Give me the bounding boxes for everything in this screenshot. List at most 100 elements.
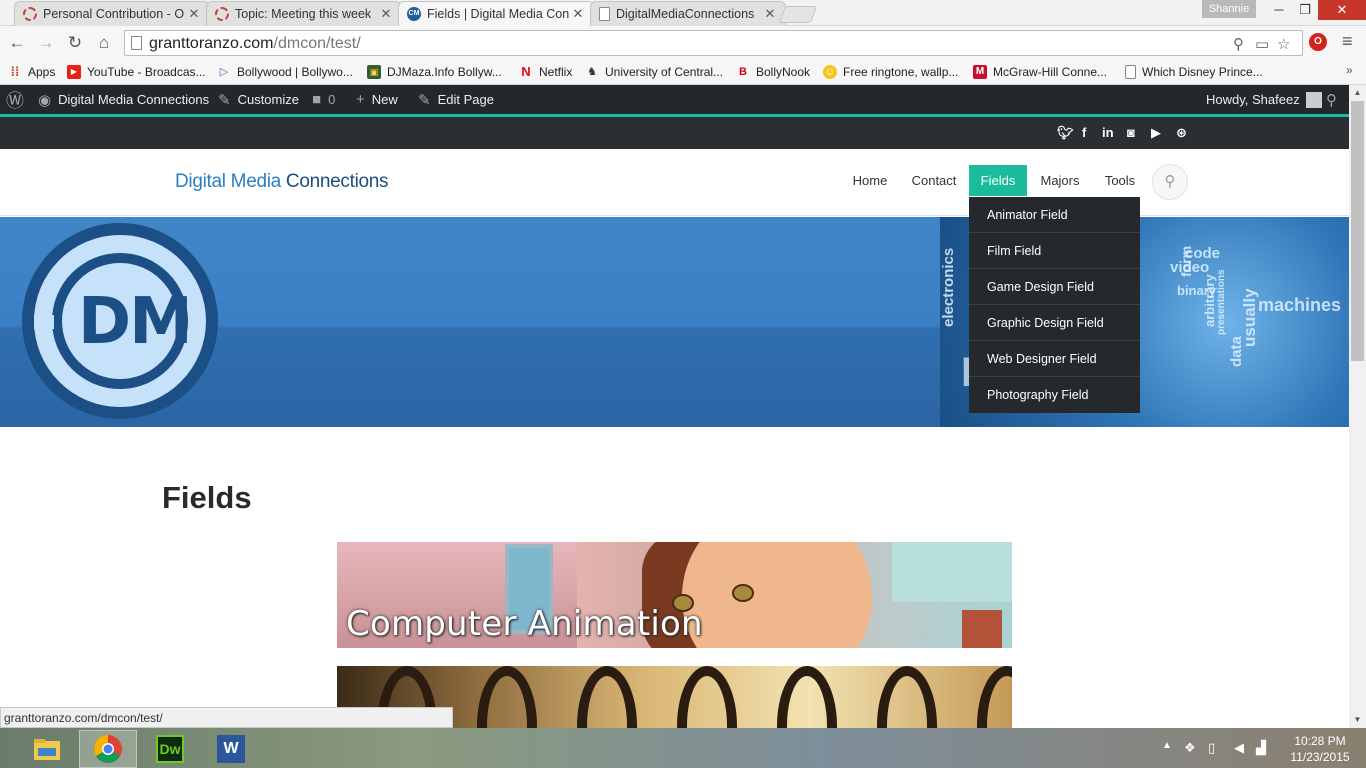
dropdown-item-photography[interactable]: Photography Field (969, 377, 1140, 413)
youtube-icon: ▶ (67, 65, 81, 79)
cast-icon[interactable]: ▭ (1255, 35, 1269, 53)
edit-page-link[interactable]: ✎ Edit Page (418, 85, 494, 114)
home-icon[interactable]: ⌂ (93, 32, 115, 54)
bookmark-item[interactable]: ▣ DJMaza.Info Bollyw... (367, 63, 502, 81)
twitter-icon[interactable]: 🐦︎ (1057, 125, 1074, 141)
nav-tools[interactable]: Tools (1097, 165, 1143, 196)
bookmarks-overflow-icon[interactable]: » (1346, 63, 1353, 77)
tab-label: DigitalMediaConnections (616, 7, 755, 21)
youtube-icon[interactable]: ▶ (1151, 125, 1161, 141)
minimize-button[interactable]: ─ (1266, 0, 1292, 20)
hero-logo-text: DM (78, 285, 193, 359)
new-tab-button[interactable] (778, 6, 818, 23)
new-link[interactable]: + New (356, 85, 398, 114)
close-icon[interactable]: ✕ (187, 6, 201, 22)
bookmark-item[interactable]: ▶ YouTube - Broadcas... (67, 63, 206, 81)
site-logo[interactable]: Digital Media Connections (175, 171, 389, 193)
hero-banner: electronics binary data usually machines… (0, 217, 1349, 427)
bookmark-item[interactable]: ⁞⁞ Apps (8, 63, 56, 81)
facebook-icon[interactable]: f (1082, 125, 1086, 140)
nav-fields[interactable]: Fields (969, 165, 1027, 196)
browser-tab-active[interactable]: CM Fields | Digital Media Con ✕ (398, 1, 594, 26)
dropbox-icon[interactable]: ❖ (1184, 740, 1196, 756)
scroll-down-icon[interactable]: ▼ (1349, 712, 1366, 728)
pegasus-icon: ♞ (587, 66, 597, 78)
zoom-icon[interactable]: ⚲ (1233, 35, 1244, 53)
animated-character-face (682, 542, 872, 648)
dreamweaver-icon[interactable]: Dw (141, 730, 199, 768)
chrome-icon[interactable] (79, 730, 137, 768)
status-url-tooltip: granttoranzo.com/dmcon/test/ (0, 707, 453, 728)
play-icon: ▷ (219, 66, 229, 78)
card-label: Computer Animation (346, 604, 703, 644)
window-close-button[interactable]: ✕ (1318, 0, 1366, 20)
nav-home[interactable]: Home (845, 165, 895, 196)
ringtone-icon: ☺ (823, 65, 837, 79)
browser-tab[interactable]: DigitalMediaConnections ✕ (590, 1, 786, 26)
page-scrollbar[interactable]: ▲ ▼ (1349, 85, 1366, 728)
account-menu[interactable]: Howdy, Shafeez (1206, 85, 1322, 114)
mcgraw-icon: M (973, 65, 987, 79)
bookmark-item[interactable]: Which Disney Prince... (1125, 63, 1263, 81)
site-top-bar: 🐦︎ f in ◙ ▶ ⊛ (0, 114, 1349, 149)
page-icon (599, 7, 610, 21)
page-icon (131, 36, 142, 50)
browser-tab[interactable]: Personal Contribution - O ✕ (14, 1, 210, 26)
close-icon[interactable]: ✕ (571, 6, 585, 22)
search-icon[interactable]: ⚲ (1152, 164, 1188, 200)
pencil-icon: ✎ (418, 91, 431, 109)
dropdown-item-graphic-design[interactable]: Graphic Design Field (969, 305, 1140, 341)
chrome-menu-icon[interactable]: ≡ (1342, 31, 1353, 52)
plus-icon: + (356, 91, 365, 108)
forward-icon[interactable]: → (35, 32, 57, 54)
film-icon: ▣ (367, 65, 381, 79)
reload-icon[interactable]: ↻ (64, 32, 86, 54)
close-icon[interactable]: ✕ (763, 6, 777, 22)
file-explorer-icon[interactable] (18, 730, 76, 768)
tray-expand-icon[interactable]: ▲ (1162, 740, 1172, 751)
word-icon[interactable]: W (202, 730, 260, 768)
network-icon[interactable]: ▟ (1256, 740, 1266, 756)
linkedin-icon[interactable]: in (1102, 125, 1114, 140)
tab-label: Topic: Meeting this week (235, 7, 372, 21)
bookmark-item[interactable]: ☺ Free ringtone, wallp... (823, 63, 958, 81)
close-icon[interactable]: ✕ (379, 6, 393, 22)
extension-icon[interactable]: O (1309, 33, 1327, 51)
admin-search-icon[interactable]: ⚲ (1326, 85, 1337, 114)
nav-contact[interactable]: Contact (907, 165, 961, 196)
volume-icon[interactable]: ◀ (1234, 740, 1244, 756)
dropdown-item-animator[interactable]: Animator Field (969, 197, 1140, 233)
comments-link[interactable]: ■ 0 (312, 85, 335, 114)
device-icon[interactable]: ▯ (1208, 740, 1215, 756)
bookmark-item[interactable]: N Netflix (519, 63, 572, 81)
dribbble-icon[interactable]: ⊛ (1176, 125, 1187, 141)
brush-icon: ✎ (218, 91, 231, 109)
bookmark-item[interactable]: B BollyNook (736, 63, 810, 81)
scroll-up-icon[interactable]: ▲ (1349, 85, 1366, 101)
tab-strip: Personal Contribution - O ✕ Topic: Meeti… (0, 0, 1366, 26)
instagram-icon[interactable]: ◙ (1127, 125, 1135, 140)
customize-link[interactable]: ✎ Customize (218, 85, 299, 114)
dashboard-icon: ◉ (38, 91, 52, 109)
admin-site-link[interactable]: ◉ Digital Media Connections (38, 85, 209, 114)
maximize-button[interactable]: ❐ (1292, 0, 1318, 20)
tab-label: Personal Contribution - O (43, 7, 185, 21)
bookmark-item[interactable]: M McGraw-Hill Conne... (973, 63, 1107, 81)
wordpress-icon[interactable]: Ⓦ (6, 85, 31, 114)
dropdown-item-game-design[interactable]: Game Design Field (969, 269, 1140, 305)
apps-grid-icon: ⁞⁞ (10, 64, 20, 79)
profile-badge[interactable]: Shannie (1202, 0, 1256, 18)
dropdown-item-web-designer[interactable]: Web Designer Field (969, 341, 1140, 377)
dmc-icon: CM (407, 7, 421, 21)
back-icon[interactable]: ← (6, 32, 28, 54)
system-clock[interactable]: 10:28 PM 11/23/2015 (1284, 733, 1356, 765)
browser-tab[interactable]: Topic: Meeting this week ✕ (206, 1, 402, 26)
bookmarks-bar: ⁞⁞ Apps ▶ YouTube - Broadcas... ▷ Bollyw… (0, 58, 1366, 85)
address-bar[interactable]: granttoranzo.com/dmcon/test/ ⚲ ▭ ☆ (124, 30, 1303, 56)
nav-majors[interactable]: Majors (1034, 165, 1086, 196)
dropdown-item-film[interactable]: Film Field (969, 233, 1140, 269)
bookmark-item[interactable]: ▷ Bollywood | Bollywo... (217, 63, 353, 81)
scrollbar-thumb[interactable] (1351, 101, 1364, 361)
bookmark-item[interactable]: ♞ University of Central... (585, 63, 723, 81)
star-icon[interactable]: ☆ (1277, 35, 1290, 53)
